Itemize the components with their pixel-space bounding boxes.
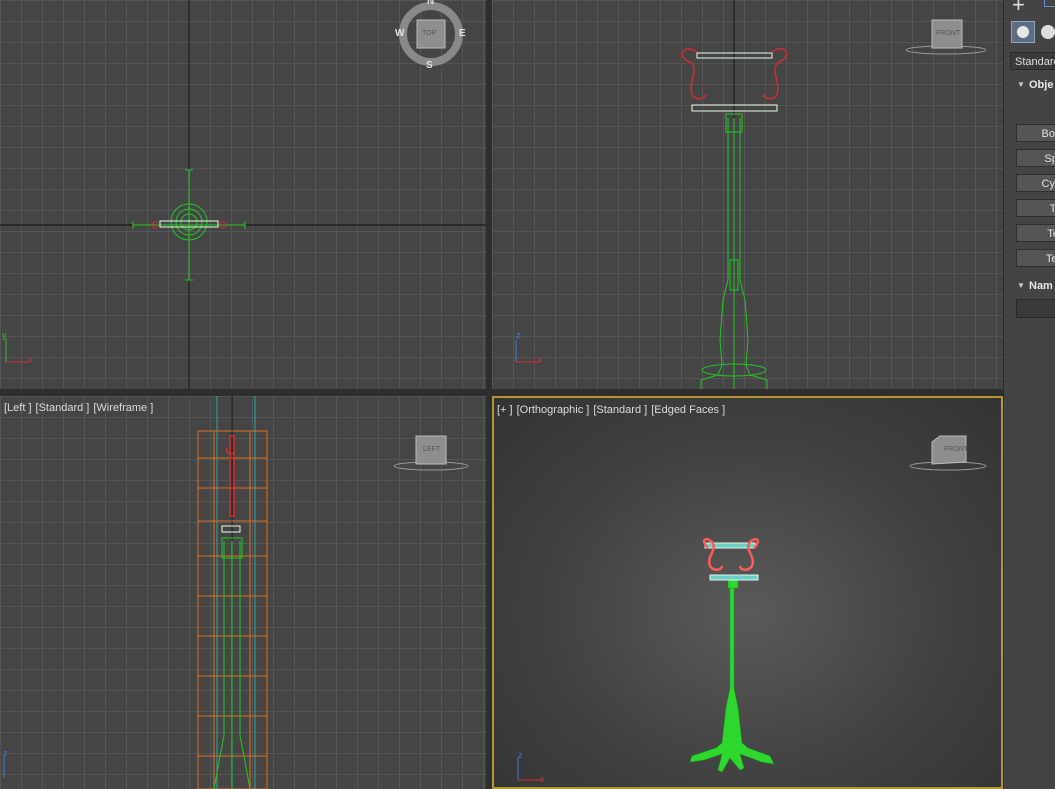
viewport-menu[interactable]: [+ ] <box>497 404 513 416</box>
modify-tab-icon[interactable] <box>1044 0 1055 7</box>
display-mode[interactable]: [Edged Faces ] <box>651 404 725 416</box>
viewport-name[interactable]: [Left ] <box>4 402 32 414</box>
box-button[interactable]: Bo <box>1016 124 1055 142</box>
perspective-viewport-label[interactable]: [+ ] [Orthographic ] [Standard ] [Edged Fac… <box>497 404 729 416</box>
compass-e: E <box>459 28 466 39</box>
sphere-button[interactable]: Sph <box>1016 149 1055 167</box>
object-name-field[interactable] <box>1016 299 1055 318</box>
axis-z-label: z <box>3 748 8 758</box>
name-color-rollout-arrow[interactable]: ▼ <box>1017 281 1025 290</box>
front-viewport-canvas <box>515 0 788 389</box>
shapes-category-icon[interactable] <box>1041 25 1055 39</box>
axis-x-label: x <box>28 354 33 364</box>
primitive-type-dropdown[interactable]: Standard <box>1010 52 1055 70</box>
axis-z-label: z <box>516 330 521 340</box>
command-panel: + Standard ▼ Obje Bo Sph Cylin Tor Tea T… <box>1003 0 1055 789</box>
compass-n: N <box>427 0 435 7</box>
lamp-top-view <box>132 169 246 281</box>
torus-button[interactable]: Tor <box>1016 199 1055 217</box>
left-viewport[interactable]: [Left ] [Standard ] [Wireframe ] z LEFT <box>0 396 486 789</box>
axis-z-label: z <box>518 750 523 760</box>
compass-s: S <box>426 60 433 71</box>
object-type-rollout-arrow[interactable]: ▼ <box>1017 80 1025 89</box>
viewcube-face-label: FRONT <box>944 446 969 453</box>
left-viewport-label[interactable]: [Left ] [Standard ] [Wireframe ] <box>4 402 157 414</box>
cylinder-button[interactable]: Cylin <box>1016 174 1055 192</box>
front-viewport[interactable]: z x FRONT <box>492 0 1003 389</box>
compass-w: W <box>395 28 405 39</box>
lamp-shaded <box>689 577 775 773</box>
lamp-left-view <box>213 537 251 789</box>
viewcube-front[interactable]: FRONT <box>904 18 986 58</box>
shading-mode-standard[interactable]: [Standard ] <box>593 404 647 416</box>
top-viewport[interactable]: y x N S W E TOP <box>0 0 486 389</box>
viewport-divider-horizontal[interactable] <box>0 389 1003 396</box>
lamp-front-view <box>700 113 768 389</box>
axis-x-label: x <box>538 354 543 364</box>
name-color-rollout-title[interactable]: Nam <box>1029 280 1053 292</box>
object-type-rollout-title[interactable]: Obje <box>1029 79 1053 91</box>
viewcube-face-label: LEFT <box>423 446 441 453</box>
axis-x-label: x <box>540 774 545 784</box>
perspective-viewport[interactable]: [+ ] [Orthographic ] [Standard ] [Edged Fac… <box>492 396 1003 789</box>
text-plus-button[interactable]: Text <box>1016 249 1055 267</box>
viewcube-face-label: TOP <box>422 30 437 37</box>
geometry-category-icon[interactable] <box>1011 21 1035 43</box>
axis-gizmo <box>5 338 30 363</box>
viewport-name[interactable]: [Orthographic ] <box>517 404 590 416</box>
shading-mode-standard[interactable]: [Standard ] <box>36 402 90 414</box>
display-mode[interactable]: [Wireframe ] <box>93 402 153 414</box>
teapot-button[interactable]: Tea <box>1016 224 1055 242</box>
create-tab-plus-icon[interactable]: + <box>1012 0 1025 18</box>
axis-y-label: y <box>2 330 7 340</box>
viewcube-compass[interactable]: N S W E TOP <box>395 0 466 71</box>
viewcube-left[interactable]: LEFT <box>392 434 470 474</box>
viewcube-perspective[interactable]: FRONT <box>906 432 988 474</box>
viewcube-face-label: FRONT <box>936 30 961 37</box>
